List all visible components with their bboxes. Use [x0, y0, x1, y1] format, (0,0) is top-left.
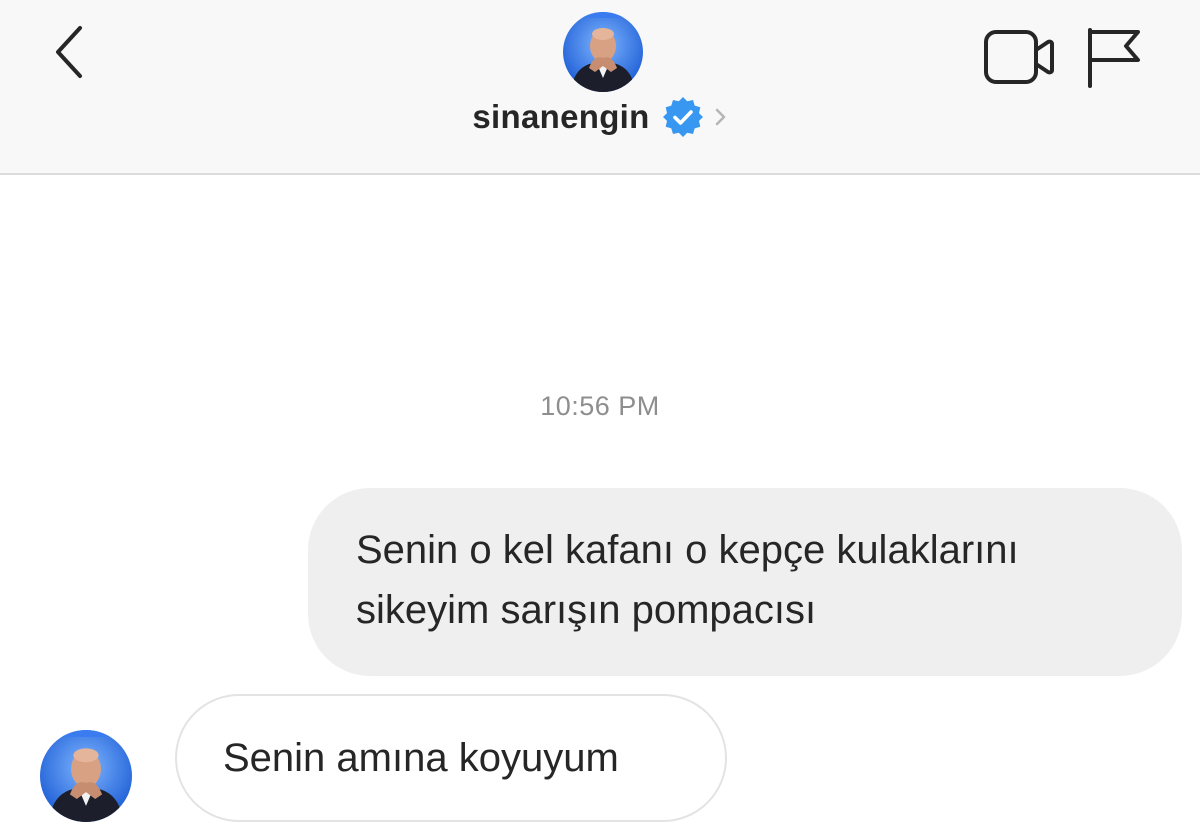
message-timestamp: 10:56 PM [540, 391, 660, 421]
message-line: sikeyim sarışın pompacısı [356, 588, 817, 632]
report-flag-button[interactable] [1084, 24, 1142, 90]
chevron-right-icon [715, 108, 725, 126]
profile-photo [563, 12, 643, 92]
message-text: Senin amına koyuyum [223, 736, 619, 780]
chat-header: sinanengin [0, 0, 1200, 175]
incoming-message-bubble[interactable]: Senin amına koyuyum [175, 694, 727, 822]
video-camera-icon [984, 30, 1054, 84]
video-call-button[interactable] [982, 26, 1056, 88]
flag-icon [1088, 28, 1140, 88]
profile-photo [40, 730, 132, 822]
verified-badge-icon [662, 97, 703, 137]
chevron-left-icon [56, 26, 82, 78]
back-button[interactable] [46, 22, 96, 82]
username: sinanengin [472, 98, 650, 135]
direct-message-screen: sinanengin 10:56 PM Senin o kel kafanı o… [0, 0, 1200, 829]
message-line: Senin o kel kafanı o kepçe kulaklarını [356, 528, 1019, 572]
chat-title[interactable]: sinanengin [0, 96, 1200, 146]
outgoing-message-bubble[interactable]: Senin o kel kafanı o kepçe kulaklarını s… [308, 488, 1182, 676]
header-avatar[interactable] [563, 12, 643, 92]
sender-avatar[interactable] [40, 730, 132, 822]
